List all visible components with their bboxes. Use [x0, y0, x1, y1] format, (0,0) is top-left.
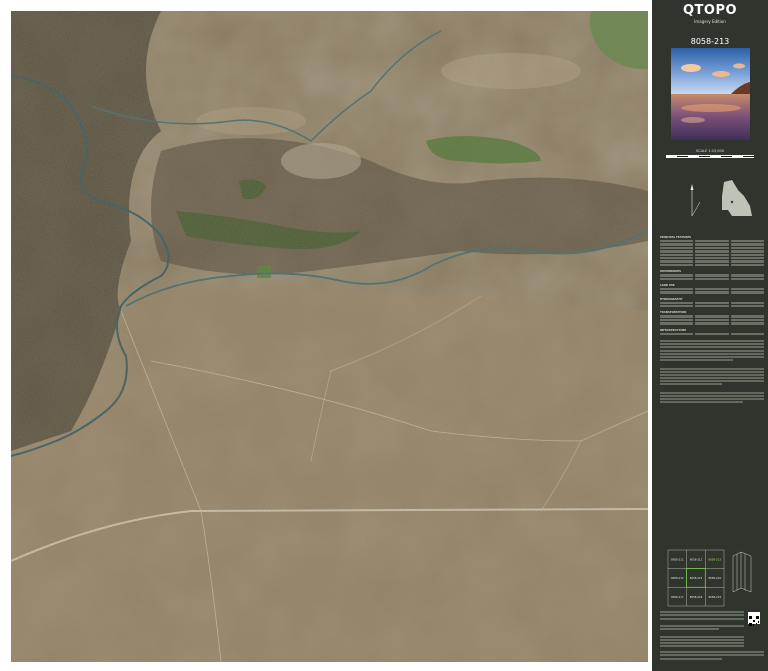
sheet-number: 8058-213	[690, 37, 730, 46]
product-title: QTOPO	[682, 3, 738, 18]
adjoining-sheets-index[interactable]: 8058-211 8058-212 8058-213 8058-214 8058-215…	[666, 548, 726, 608]
cover-photo	[671, 48, 750, 140]
index-sheet-label[interactable]: 8058-218	[690, 595, 703, 599]
agency-credits	[660, 650, 764, 666]
map-sheet	[0, 0, 652, 671]
scale-label: SCALE 1:15,000	[696, 149, 724, 153]
index-sheet-label[interactable]: 8058-217	[671, 595, 684, 599]
north-arrow-icon	[690, 184, 701, 217]
index-sheet-label[interactable]: 8058-215	[690, 576, 703, 580]
index-sheet-label[interactable]: 8058-214	[671, 576, 684, 580]
scale-bar-icon	[666, 155, 754, 158]
index-sheet-label[interactable]: 8058-216	[709, 576, 722, 580]
map-legend: PRINCIPAL FEATURES WATERBODIES LAND USE …	[660, 232, 764, 562]
index-sheet-label[interactable]: 8058-212	[690, 557, 703, 561]
footer-notes	[660, 610, 744, 648]
legend-heading-land-use: LAND USE	[660, 283, 675, 287]
legend-panel: QTOPO Imagery Edition 8058-213 SCALE 1:1…	[652, 0, 768, 671]
qr-code-icon[interactable]	[748, 612, 760, 626]
index-sheet-label[interactable]: 8058-211	[671, 557, 684, 561]
legend-symbols	[660, 240, 764, 267]
product-subtitle: Imagery Edition	[694, 19, 726, 24]
satellite-imagery[interactable]	[11, 11, 648, 662]
legend-heading-waterbodies: WATERBODIES	[660, 270, 682, 274]
orientation-diagrams	[672, 176, 762, 226]
legend-heading-transportation: TRANSPORTATION	[660, 311, 687, 315]
index-sheet-label[interactable]: 8058-213	[709, 557, 722, 561]
legend-heading-principal-features: PRINCIPAL FEATURES	[660, 236, 691, 239]
legend-notes	[660, 340, 764, 404]
legend-heading-infrastructure: INFRASTRUCTURE	[660, 328, 687, 332]
index-sheet-label[interactable]: 8058-219	[709, 595, 722, 599]
sheet-stack-diagram	[731, 548, 755, 598]
legend-heading-hydrography: HYDROGRAPHY	[660, 297, 683, 301]
queensland-state-icon	[722, 180, 752, 216]
